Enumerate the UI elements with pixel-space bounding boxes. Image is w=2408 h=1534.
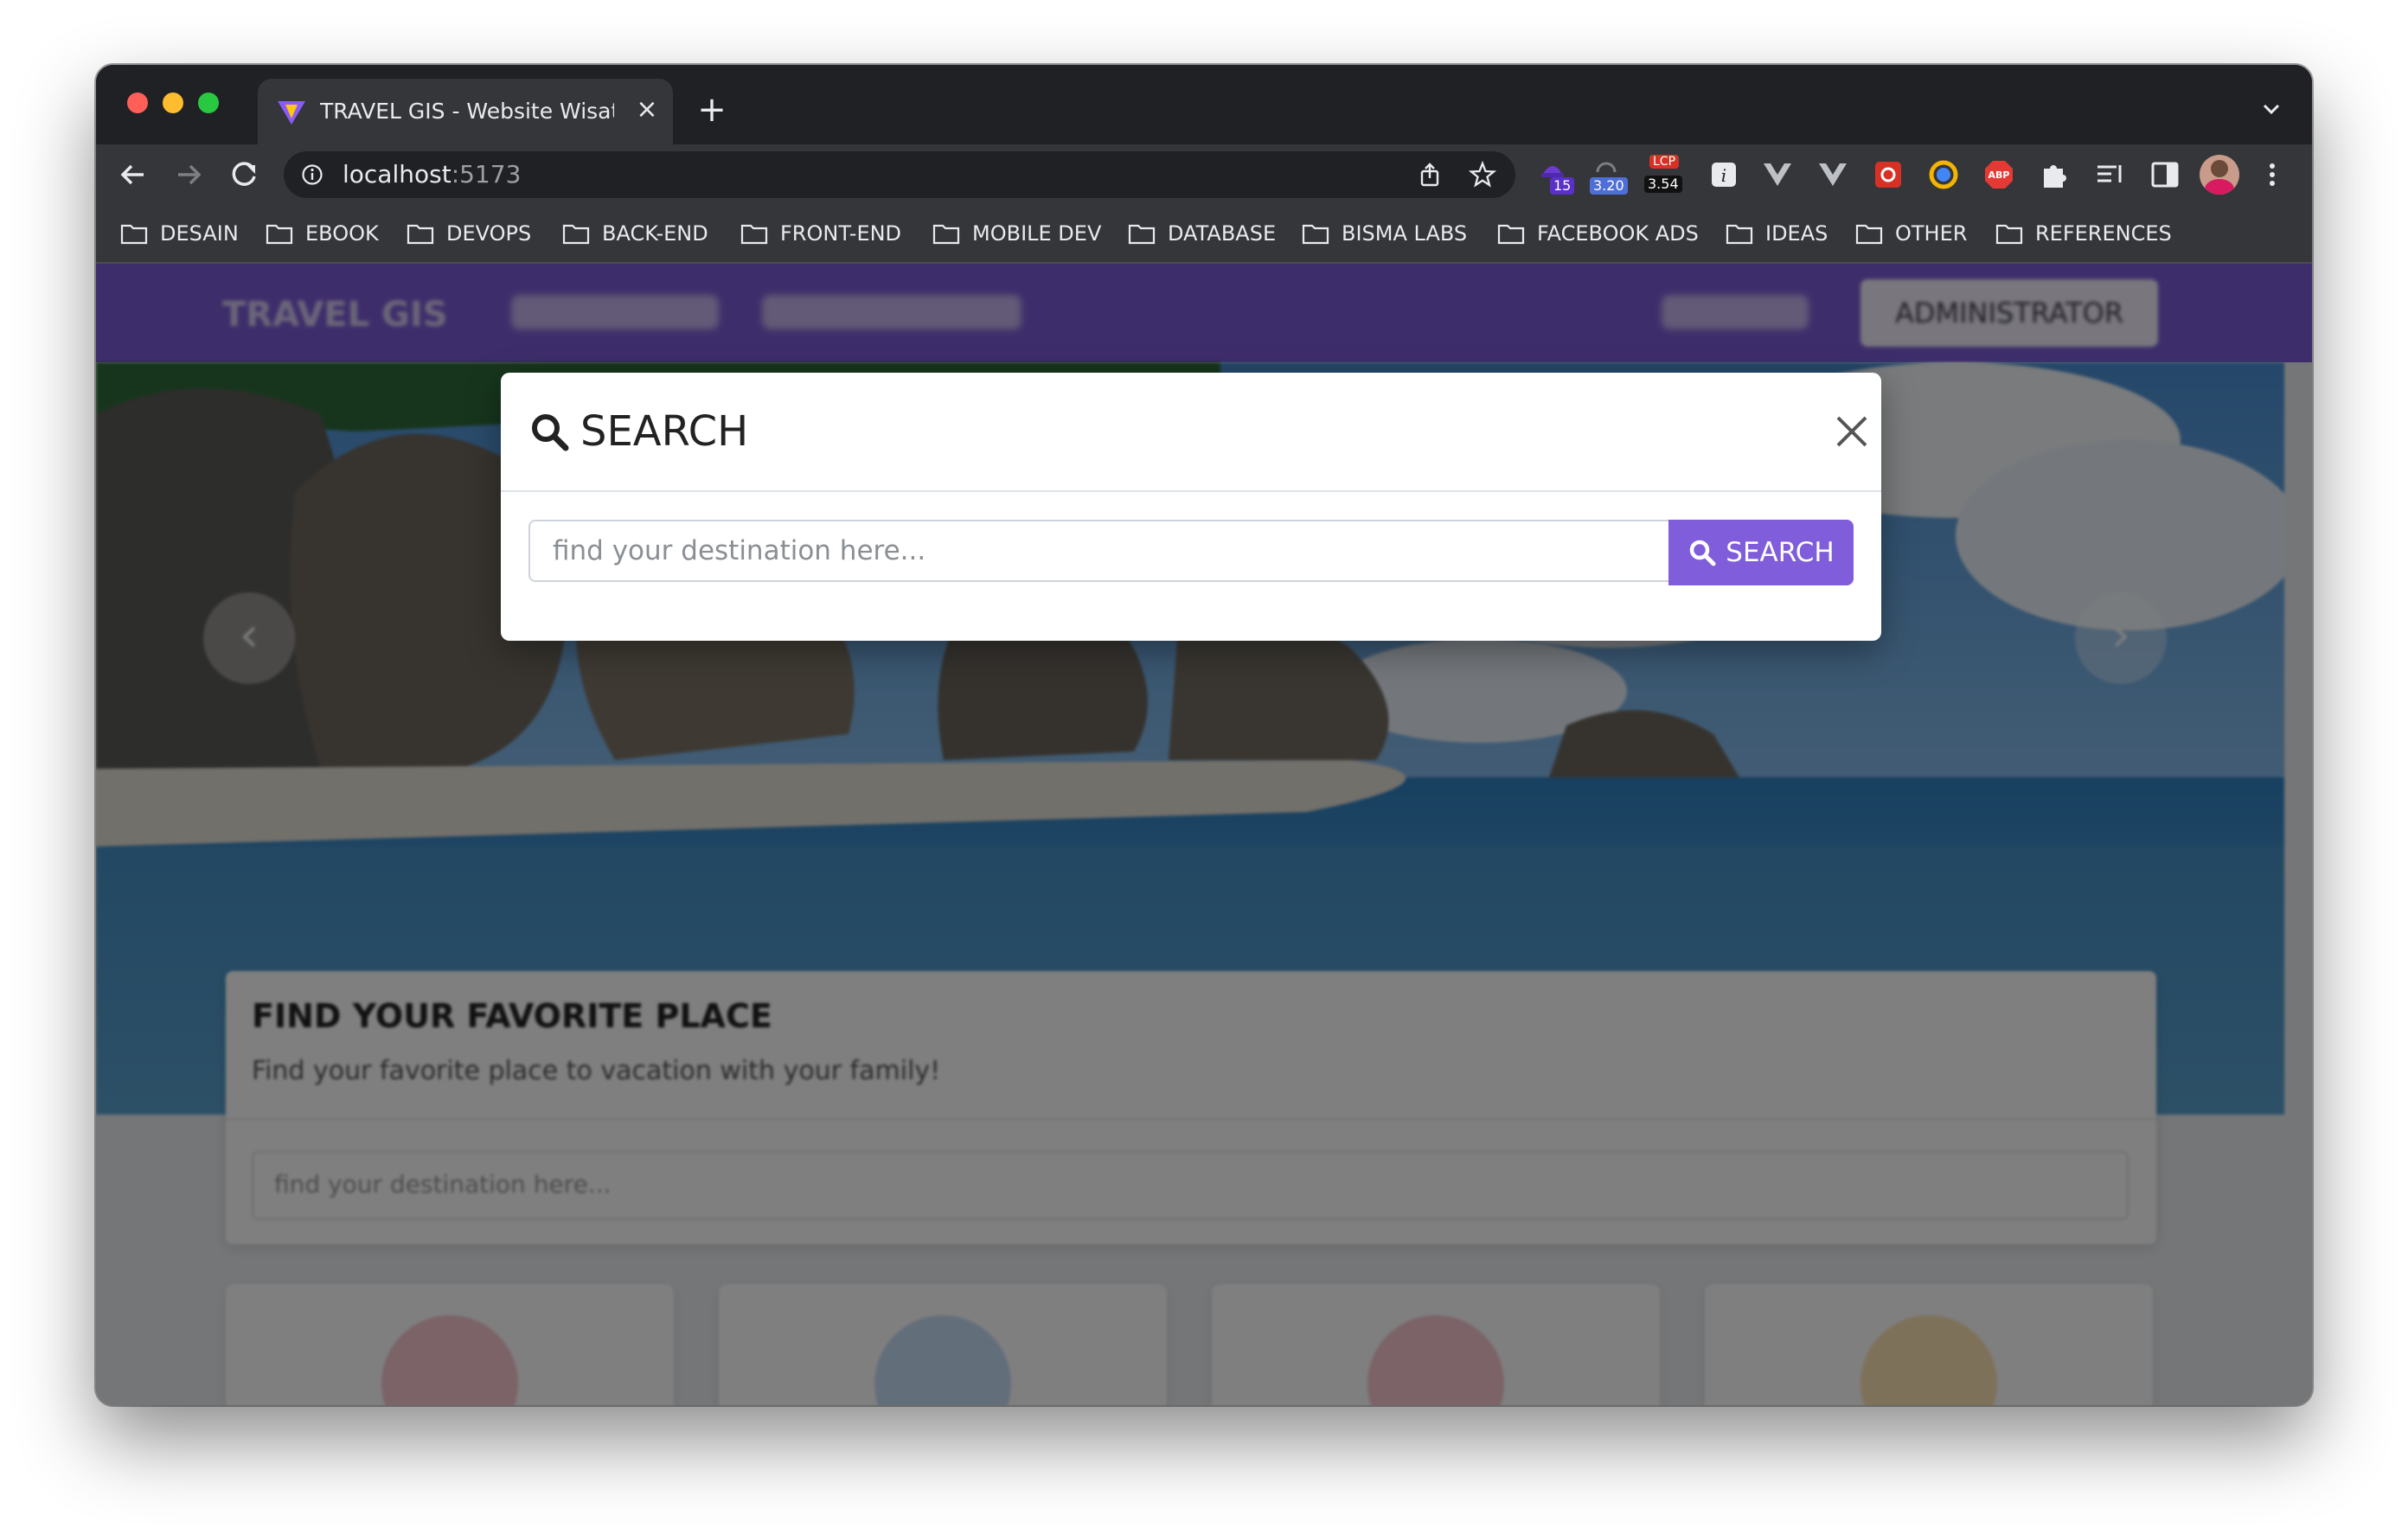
close-window-button[interactable] (127, 93, 148, 113)
bookmark-label: FACEBOOK ADS (1537, 221, 1699, 246)
bookmark-label: IDEAS (1765, 221, 1828, 246)
bookmark-folder-front-end[interactable]: FRONT-END (740, 217, 901, 250)
share-icon[interactable] (1417, 162, 1443, 188)
bookmark-label: BACK-END (602, 221, 708, 246)
bookmark-label: DEVOPS (446, 221, 532, 246)
modal-header: SEARCH (501, 373, 1881, 492)
folder-icon (407, 224, 434, 245)
minimize-window-button[interactable] (163, 93, 183, 113)
page-viewport: TRAVEL GIS ADMINISTRATOR (96, 264, 2312, 1405)
lcp-label: LCP (1649, 155, 1680, 169)
hat-icon (1541, 166, 1564, 177)
back-arrow-icon[interactable] (113, 155, 153, 195)
lcp-extension-icon[interactable]: LCP 3.54 (1644, 155, 1682, 195)
bookmark-folder-ideas[interactable]: IDEAS (1726, 217, 1828, 250)
info-icon[interactable] (301, 163, 323, 186)
tab-travel-gis[interactable]: TRAVEL GIS - Website Wisata I × (258, 79, 673, 144)
gauge-icon (1596, 162, 1617, 173)
bookmark-label: DATABASE (1168, 221, 1277, 246)
speed-badge: 3.20 (1590, 177, 1628, 195)
side-panel-icon[interactable] (2146, 155, 2184, 195)
browser-toolbar: localhost:5173 15 3.20 LCP 3.54 i ABP (96, 144, 2312, 205)
folder-icon (1855, 224, 1883, 245)
url-text: localhost:5173 (343, 158, 521, 191)
folder-icon (932, 224, 960, 245)
folder-icon (120, 224, 148, 245)
folder-icon (1128, 224, 1156, 245)
modal-title: SEARCH (528, 406, 748, 457)
bookmark-label: DESAIN (160, 221, 239, 246)
folder-icon (1995, 224, 2023, 245)
search-input[interactable] (528, 520, 1668, 582)
folder-icon (266, 224, 293, 245)
adblock-icon[interactable]: ABP (1980, 155, 2018, 195)
red-extension-icon[interactable] (1869, 155, 1907, 195)
bookmarks-bar: DESAIN EBOOK DEVOPS BACK-END FRONT-END M… (96, 205, 2312, 264)
bookmark-folder-other[interactable]: OTHER (1855, 217, 1967, 250)
kebab-menu-icon[interactable] (2253, 155, 2291, 195)
svg-text:ABP: ABP (1989, 169, 2010, 181)
bookmark-folder-ebook[interactable]: EBOOK (266, 217, 379, 250)
folder-icon (1497, 224, 1525, 245)
address-bar[interactable]: localhost:5173 (284, 151, 1515, 198)
hat-extension-icon[interactable]: 15 (1536, 155, 1575, 195)
url-host: localhost (343, 160, 452, 189)
svg-text:i: i (1721, 165, 1726, 186)
hat-badge: 15 (1550, 177, 1575, 195)
bookmark-label: MOBILE DEV (972, 221, 1102, 246)
bookmark-folder-mobile-dev[interactable]: MOBILE DEV (932, 217, 1101, 250)
bookmark-folder-database[interactable]: DATABASE (1128, 217, 1276, 250)
forward-arrow-icon[interactable] (169, 155, 208, 195)
vite-icon (278, 101, 305, 125)
bookmark-label: FRONT-END (780, 221, 902, 246)
search-modal: SEARCH SEARCH (501, 373, 1881, 641)
search-icon (532, 414, 569, 451)
info-extension-icon[interactable]: i (1705, 155, 1743, 195)
chevron-down-icon[interactable] (2257, 94, 2286, 124)
new-tab-button[interactable]: + (693, 91, 731, 129)
reading-list-icon[interactable] (2091, 155, 2129, 195)
bookmark-label: OTHER (1895, 221, 1968, 246)
folder-icon (1302, 224, 1329, 245)
bookmark-folder-back-end[interactable]: BACK-END (562, 217, 708, 250)
bookmark-label: REFERENCES (2035, 221, 2172, 246)
vue-devtools-icon[interactable] (1758, 155, 1796, 195)
bookmark-folder-facebook-ads[interactable]: FACEBOOK ADS (1497, 217, 1699, 250)
bookmark-label: EBOOK (305, 221, 379, 246)
lcp-badge: 3.54 (1644, 176, 1682, 193)
maximize-window-button[interactable] (198, 93, 219, 113)
modal-title-text: SEARCH (580, 407, 749, 456)
url-port: :5173 (451, 160, 522, 189)
tab-strip: TRAVEL GIS - Website Wisata I × + (96, 65, 2312, 144)
color-picker-icon[interactable] (1924, 155, 1963, 195)
speed-extension-icon[interactable]: 3.20 (1588, 155, 1628, 195)
bookmark-folder-devops[interactable]: DEVOPS (407, 217, 531, 250)
tab-close-icon[interactable]: × (630, 93, 664, 127)
folder-icon (1726, 224, 1753, 245)
star-icon[interactable] (1469, 161, 1496, 189)
reload-icon[interactable] (224, 155, 264, 195)
close-icon[interactable] (1831, 411, 1873, 452)
bookmark-label: BISMA LABS (1342, 221, 1468, 246)
folder-icon (562, 224, 590, 245)
vue-devtools-icon-2[interactable] (1814, 155, 1852, 195)
browser-window: TRAVEL GIS - Website Wisata I × + localh… (96, 65, 2312, 1405)
bookmark-folder-references[interactable]: REFERENCES (1995, 217, 2172, 250)
search-button-label: SEARCH (1726, 537, 1835, 568)
puzzle-icon[interactable] (2035, 155, 2073, 195)
bookmark-folder-desain[interactable]: DESAIN (120, 217, 239, 250)
folder-icon (740, 224, 768, 245)
avatar[interactable] (2200, 155, 2239, 195)
bookmark-folder-bisma-labs[interactable]: BISMA LABS (1302, 217, 1467, 250)
search-button[interactable]: SEARCH (1668, 520, 1854, 585)
search-icon (1690, 540, 1716, 566)
tab-title: TRAVEL GIS - Website Wisata I (320, 99, 614, 124)
